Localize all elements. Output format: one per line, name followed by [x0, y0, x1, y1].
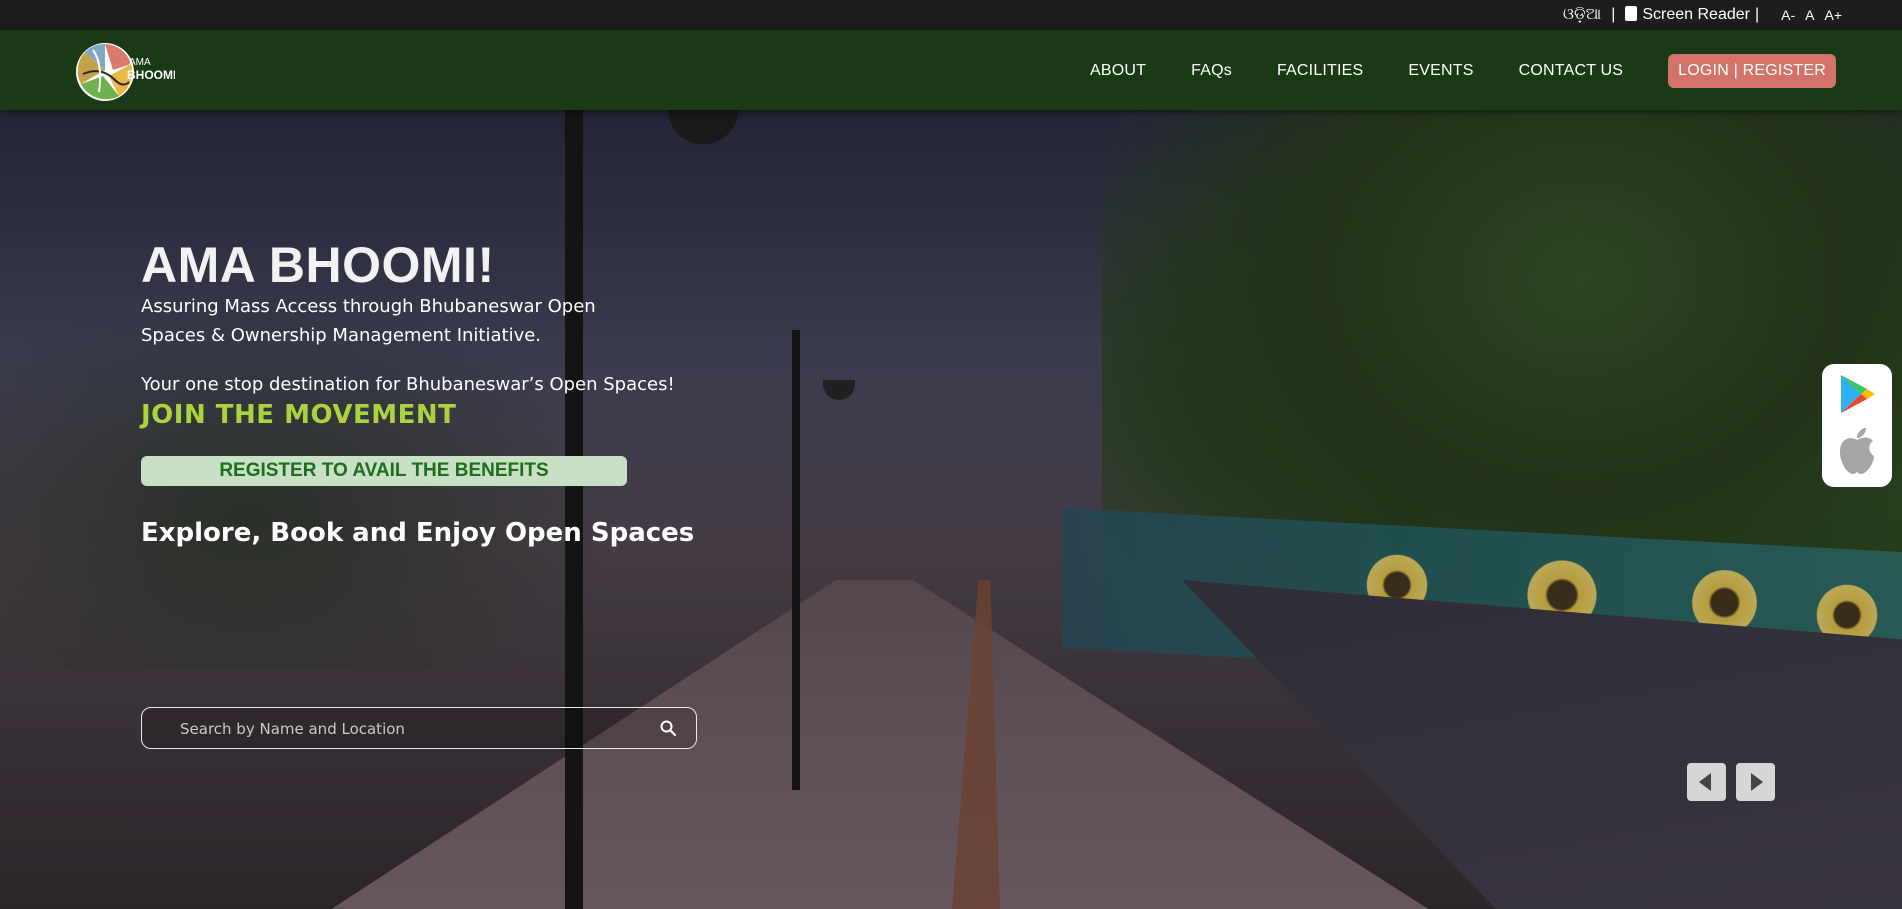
nav-facilities[interactable]: FACILITIES	[1277, 62, 1363, 80]
font-decrease-button[interactable]: A-	[1781, 7, 1795, 23]
hero-banner: AMA BHOOMI! Assuring Mass Access through…	[0, 110, 1902, 909]
app-download-tab	[1822, 364, 1892, 487]
hero-title: AMA BHOOMI!	[141, 237, 495, 293]
tablet-icon	[1625, 6, 1638, 21]
language-toggle[interactable]: ଓଡ଼ିଆ	[1563, 6, 1601, 24]
register-benefits-button[interactable]: REGISTER TO AVAIL THE BENEFITS	[141, 456, 627, 486]
hero-tagline: Your one stop destination for Bhubaneswa…	[141, 374, 675, 395]
divider: |	[1611, 6, 1616, 23]
font-normal-button[interactable]: A	[1805, 7, 1814, 23]
search-icon[interactable]	[660, 720, 676, 736]
main-navbar: AMA BHOOMI ABOUT FAQs FACILITIES EVENTS …	[0, 30, 1902, 110]
nav-menu: ABOUT FAQs FACILITIES EVENTS CONTACT US …	[1045, 54, 1836, 88]
login-register-button[interactable]: LOGIN | REGISTER	[1668, 54, 1836, 88]
chevron-right-icon[interactable]	[1736, 763, 1775, 801]
nav-about[interactable]: ABOUT	[1090, 62, 1146, 80]
nav-faqs[interactable]: FAQs	[1191, 62, 1232, 80]
nav-events[interactable]: EVENTS	[1408, 62, 1473, 80]
chevron-left-icon[interactable]	[1687, 763, 1726, 801]
nav-contact-us[interactable]: CONTACT US	[1519, 62, 1624, 80]
utility-links: ଓଡ଼ିଆ | Screen Reader | A- A A+	[1563, 6, 1842, 24]
divider: |	[1754, 6, 1760, 23]
join-movement-heading: JOIN THE MOVEMENT	[141, 400, 457, 430]
screen-reader-label: Screen Reader	[1642, 6, 1750, 23]
hero-subtitle: Assuring Mass Access through Bhubaneswar…	[141, 296, 596, 346]
logo-text-bhoomi: BHOOMI	[127, 68, 175, 82]
search-input[interactable]	[180, 717, 640, 741]
font-increase-button[interactable]: A+	[1824, 7, 1842, 23]
screen-reader-link[interactable]: Screen Reader	[1625, 6, 1750, 24]
search-bar	[141, 707, 697, 749]
carousel-controls	[1687, 763, 1775, 801]
logo-text-ama: AMA	[129, 57, 151, 68]
utility-bar: ଓଡ଼ିଆ | Screen Reader | A- A A+	[0, 0, 1902, 30]
google-play-icon[interactable]	[1835, 372, 1879, 416]
ama-bhoomi-logo[interactable]: AMA BHOOMI	[75, 36, 176, 102]
apple-icon[interactable]	[1836, 426, 1878, 476]
hero-content: AMA BHOOMI! Assuring Mass Access through…	[141, 237, 741, 749]
explore-heading: Explore, Book and Enjoy Open Spaces	[141, 518, 695, 548]
